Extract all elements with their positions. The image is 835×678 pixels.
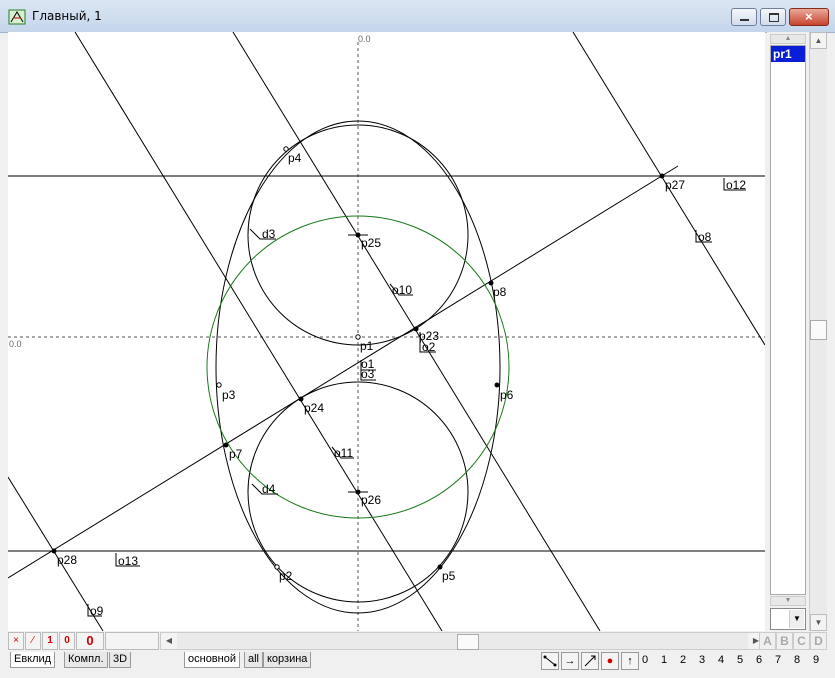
label-d4: d4 — [262, 482, 276, 496]
point-p27[interactable] — [659, 173, 665, 179]
label-p7: p7 — [229, 447, 243, 461]
label-p8: p8 — [493, 285, 507, 299]
label-o9: o9 — [90, 604, 104, 618]
bottom-toolbar: × ⁄ 1 0 0 ◀ ▶ A B C D — [8, 632, 827, 650]
horizontal-scroll-thumb[interactable] — [457, 634, 479, 650]
digit-9[interactable]: 9 — [810, 654, 822, 666]
diagonal-tool[interactable] — [581, 652, 599, 670]
scroll-up-button[interactable]: ▲ — [810, 32, 827, 49]
segment-tool[interactable] — [541, 652, 559, 670]
digit-1[interactable]: 1 — [658, 654, 670, 666]
tab-complex[interactable]: Компл. — [64, 652, 108, 668]
app-logo-icon — [8, 9, 26, 25]
digit-6[interactable]: 6 — [753, 654, 765, 666]
label-d3: d3 — [262, 227, 276, 241]
layer-list-down-button[interactable]: ▼ — [770, 596, 806, 606]
geometry-drawing: 0.0 0.0 p1 p2 p3 p4 p5 p6 p7 p8 p23 p24 … — [8, 32, 765, 631]
arrow-tool[interactable]: → — [561, 652, 579, 670]
minimize-button[interactable] — [731, 8, 757, 26]
scroll-down-button[interactable]: ▼ — [810, 614, 827, 631]
digit-0[interactable]: 0 — [639, 654, 651, 666]
line-o11[interactable] — [74, 32, 443, 631]
title-bar: Главный, 1 × — [0, 0, 835, 33]
layer-panel: ▲ pr1 ▼ ▼ — [767, 32, 809, 631]
digit-3[interactable]: 3 — [696, 654, 708, 666]
c-button[interactable]: C — [793, 632, 810, 650]
delete-button[interactable]: × — [8, 632, 24, 650]
label-o3: o3 — [361, 367, 375, 381]
tab-euclid[interactable]: Евклид — [10, 652, 56, 668]
layer-list[interactable]: pr1 — [770, 45, 806, 595]
label-o8: o8 — [698, 230, 712, 244]
label-o13: o13 — [118, 554, 138, 568]
digit-2[interactable]: 2 — [677, 654, 689, 666]
vertical-scrollbar[interactable]: ▲ ▼ — [809, 32, 827, 631]
point-p28[interactable] — [51, 548, 57, 554]
tab-3d[interactable]: 3D — [109, 652, 132, 668]
point-p25[interactable] — [355, 232, 361, 238]
a-button[interactable]: A — [759, 632, 776, 650]
tab-main[interactable]: основной — [184, 652, 240, 668]
one-button[interactable]: 1 — [42, 632, 58, 650]
label-p28: p28 — [57, 553, 77, 567]
point-p24[interactable] — [298, 396, 304, 402]
up-tool[interactable]: ↑ — [621, 652, 639, 670]
label-p1: p1 — [360, 339, 374, 353]
diagonal-arrow-icon — [584, 655, 596, 667]
digit-5[interactable]: 5 — [734, 654, 746, 666]
minimize-icon — [740, 19, 749, 21]
horizontal-scrollbar[interactable]: ◀ ▶ — [160, 632, 765, 650]
y-axis-origin-label: 0.0 — [358, 34, 371, 44]
digit-8[interactable]: 8 — [791, 654, 803, 666]
blank-field — [105, 632, 159, 650]
label-o12: o12 — [726, 178, 746, 192]
zero-button[interactable]: 0 — [59, 632, 75, 650]
label-p24: p24 — [304, 401, 324, 415]
label-p3: p3 — [222, 388, 236, 402]
digit-7[interactable]: 7 — [772, 654, 784, 666]
scroll-left-button[interactable]: ◀ — [161, 633, 177, 649]
label-p27: p27 — [665, 178, 685, 192]
vertical-scroll-thumb[interactable] — [810, 320, 827, 340]
label-p26: p26 — [361, 493, 381, 507]
label-p4: p4 — [288, 151, 302, 165]
point-p6[interactable] — [494, 382, 500, 388]
drawing-canvas[interactable]: 0.0 0.0 p1 p2 p3 p4 p5 p6 p7 p8 p23 p24 … — [8, 32, 765, 631]
b-button[interactable]: B — [776, 632, 793, 650]
digit-4[interactable]: 4 — [715, 654, 727, 666]
maximize-button[interactable] — [760, 8, 786, 26]
tab-all[interactable]: all — [244, 652, 264, 668]
window-title: Главный, 1 — [32, 9, 102, 23]
label-p25: p25 — [361, 236, 381, 250]
close-icon: × — [805, 9, 813, 24]
point-p23[interactable] — [413, 326, 419, 332]
label-p2: p2 — [279, 569, 293, 583]
x-axis-origin-label: 0.0 — [9, 339, 22, 349]
point-p26[interactable] — [355, 489, 361, 495]
label-o11: o11 — [334, 446, 353, 460]
label-p6: p6 — [500, 388, 514, 402]
counter-display: 0 — [76, 632, 104, 650]
layer-combo[interactable]: ▼ — [770, 608, 806, 630]
close-button[interactable]: × — [789, 8, 829, 26]
label-p5: p5 — [442, 569, 456, 583]
slash-button[interactable]: ⁄ — [25, 632, 41, 650]
line-o2[interactable] — [8, 165, 679, 579]
layer-item-pr1[interactable]: pr1 — [771, 46, 805, 62]
chevron-down-icon[interactable]: ▼ — [789, 610, 804, 628]
segment-tool-icon — [543, 655, 557, 667]
record-tool[interactable]: ● — [601, 652, 619, 670]
tab-trash[interactable]: корзина — [263, 652, 312, 668]
line-o10[interactable] — [232, 32, 601, 631]
line-o9[interactable] — [8, 476, 104, 631]
d-button[interactable]: D — [810, 632, 827, 650]
tab-bar: Евклид Компл. 3D основной all корзина → … — [8, 650, 827, 672]
maximize-icon — [769, 13, 779, 22]
point-p3[interactable] — [216, 382, 222, 388]
label-o10: o10 — [392, 283, 412, 297]
layer-list-up-button[interactable]: ▲ — [770, 34, 806, 44]
point-p7[interactable] — [223, 442, 229, 448]
label-o2: o2 — [422, 340, 436, 354]
